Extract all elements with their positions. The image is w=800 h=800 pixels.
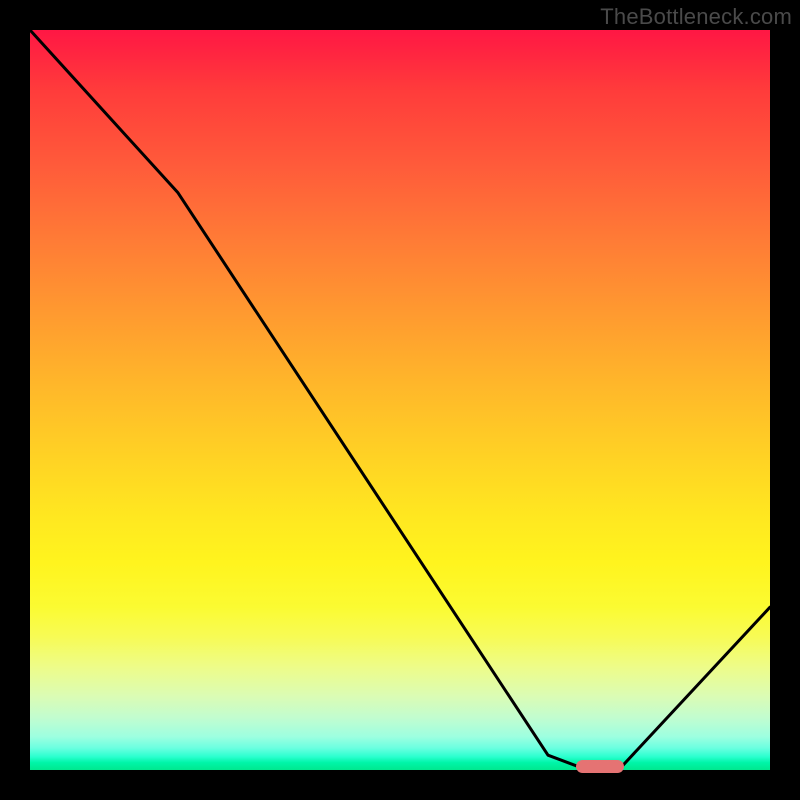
bottleneck-curve [30,30,770,770]
plot-area [30,30,770,770]
curve-path [30,30,770,766]
chart-frame: TheBottleneck.com [0,0,800,800]
optimal-range-marker [576,760,624,773]
watermark-text: TheBottleneck.com [600,4,792,30]
